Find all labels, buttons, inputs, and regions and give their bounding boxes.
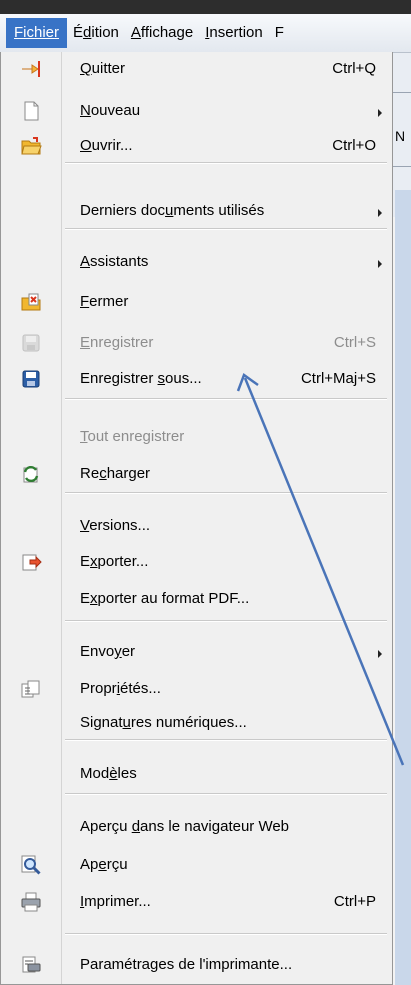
printer-settings-icon: [20, 954, 42, 976]
shortcut-label: Ctrl+S: [333, 334, 376, 351]
preview-icon: [20, 854, 42, 876]
menu-item-recharger[interactable]: Recharger: [2, 457, 392, 491]
menu-item-versions[interactable]: Versions...: [2, 509, 392, 543]
shortcut-label: Ctrl+O: [332, 137, 376, 154]
menu-separator: [65, 620, 387, 622]
menu-item-fermer[interactable]: Fermer: [2, 285, 392, 319]
menu-item-label: Exporter au format PDF...: [80, 590, 250, 607]
menu-partial[interactable]: F: [269, 18, 290, 48]
menu-item-label: Quitter: [80, 60, 126, 77]
menu-item-ouvrir[interactable]: Ouvrir... Ctrl+O: [2, 129, 392, 163]
submenu-arrow-icon: [378, 209, 382, 217]
properties-icon: [20, 678, 42, 700]
menu-item-modeles[interactable]: Modèles: [2, 757, 392, 791]
menu-bar: Fichier Édition Affichage Insertion F: [0, 14, 411, 53]
menu-separator: [65, 228, 387, 230]
menu-item-label: Aperçu dans le navigateur Web: [80, 818, 290, 835]
menu-item-assistants[interactable]: Assistants: [2, 245, 392, 279]
menu-item-label: Assistants: [80, 253, 149, 270]
new-document-icon: [20, 100, 42, 122]
menu-item-imprimer[interactable]: Imprimer... Ctrl+P: [2, 885, 392, 919]
shortcut-label: Ctrl+P: [333, 893, 376, 910]
file-menu-dropdown: Nouveau Ouvrir... Ctrl+O Derniers documents…: [0, 52, 393, 985]
menu-item-derniers-documents-utilises[interactable]: Derniers documents utilisés: [2, 194, 392, 228]
save-icon: [20, 332, 42, 354]
menu-item-envoyer[interactable]: Envoyer: [2, 635, 392, 669]
menu-item-label: Enregistrer sous...: [80, 370, 202, 387]
submenu-arrow-icon: [378, 109, 382, 117]
background-partial-text: N: [395, 128, 406, 144]
menu-item-proprietes[interactable]: Propriétés...: [2, 672, 392, 706]
menu-item-apercu-dans-le-navigateur-web[interactable]: Aperçu dans le navigateur Web: [2, 810, 392, 844]
menu-item-enregistrer-sous[interactable]: Enregistrer sous... Ctrl+Maj+S: [2, 362, 392, 396]
menu-separator: [65, 398, 387, 400]
submenu-arrow-icon: [378, 260, 382, 268]
menu-item-label: Ouvrir...: [80, 137, 133, 154]
menu-item-quitter[interactable]: Quitter Ctrl+Q: [2, 52, 392, 86]
menu-item-tout-enregistrer[interactable]: Tout enregistrer: [2, 420, 392, 454]
menu-item-label: Imprimer...: [80, 893, 151, 910]
save-as-icon: [20, 368, 42, 390]
menu-item-signatures-numeriques[interactable]: Signatures numériques...: [2, 706, 392, 740]
menu-item-apercu[interactable]: Aperçu: [2, 848, 392, 882]
menu-item-label: Derniers documents utilisés: [80, 202, 265, 219]
menu-edition[interactable]: Édition: [67, 18, 125, 48]
menu-item-exporter[interactable]: Exporter...: [2, 545, 392, 579]
menu-item-label: Aperçu: [80, 856, 128, 873]
menu-item-label: Enregistrer: [80, 334, 154, 351]
background-panel: [395, 190, 411, 985]
menu-item-label: Fermer: [80, 293, 129, 310]
export-icon: [20, 551, 42, 573]
menu-item-label: Modèles: [80, 765, 137, 782]
menu-item-label: Paramétrages de l'imprimante...: [80, 956, 293, 973]
menu-separator: [65, 933, 387, 935]
menu-item-label: Envoyer: [80, 643, 136, 660]
menu-item-label: Propriétés...: [80, 680, 161, 697]
menu-insertion[interactable]: Insertion: [199, 18, 269, 48]
menu-item-label: Exporter...: [80, 553, 149, 570]
window-top-strip: [0, 0, 411, 14]
menu-separator: [65, 793, 387, 795]
menu-item-exporter-au-format-pdf[interactable]: Exporter au format PDF...: [2, 582, 392, 616]
menu-item-label: Recharger: [80, 465, 151, 482]
menu-item-nouveau[interactable]: Nouveau: [2, 94, 392, 128]
printer-icon: [20, 891, 42, 913]
menu-item-label: Nouveau: [80, 102, 141, 119]
menu-fichier[interactable]: Fichier: [6, 18, 68, 48]
menu-item-label: Signatures numériques...: [80, 714, 247, 731]
menu-separator: [65, 492, 387, 494]
submenu-arrow-icon: [378, 650, 382, 658]
shortcut-label: Ctrl+Maj+S: [300, 370, 376, 387]
menu-affichage[interactable]: Affichage: [125, 18, 199, 48]
menu-item-parametrages-de-l-imprimante[interactable]: Paramétrages de l'imprimante...: [2, 948, 392, 982]
open-folder-icon: [20, 135, 42, 157]
exit-icon: [20, 58, 42, 80]
menu-item-label: Versions...: [80, 517, 151, 534]
menu-item-label: Tout enregistrer: [80, 428, 185, 445]
reload-icon: [20, 463, 42, 485]
menu-item-enregistrer[interactable]: Enregistrer Ctrl+S: [2, 326, 392, 360]
shortcut-label: Ctrl+Q: [332, 60, 376, 77]
close-document-icon: [20, 291, 42, 313]
